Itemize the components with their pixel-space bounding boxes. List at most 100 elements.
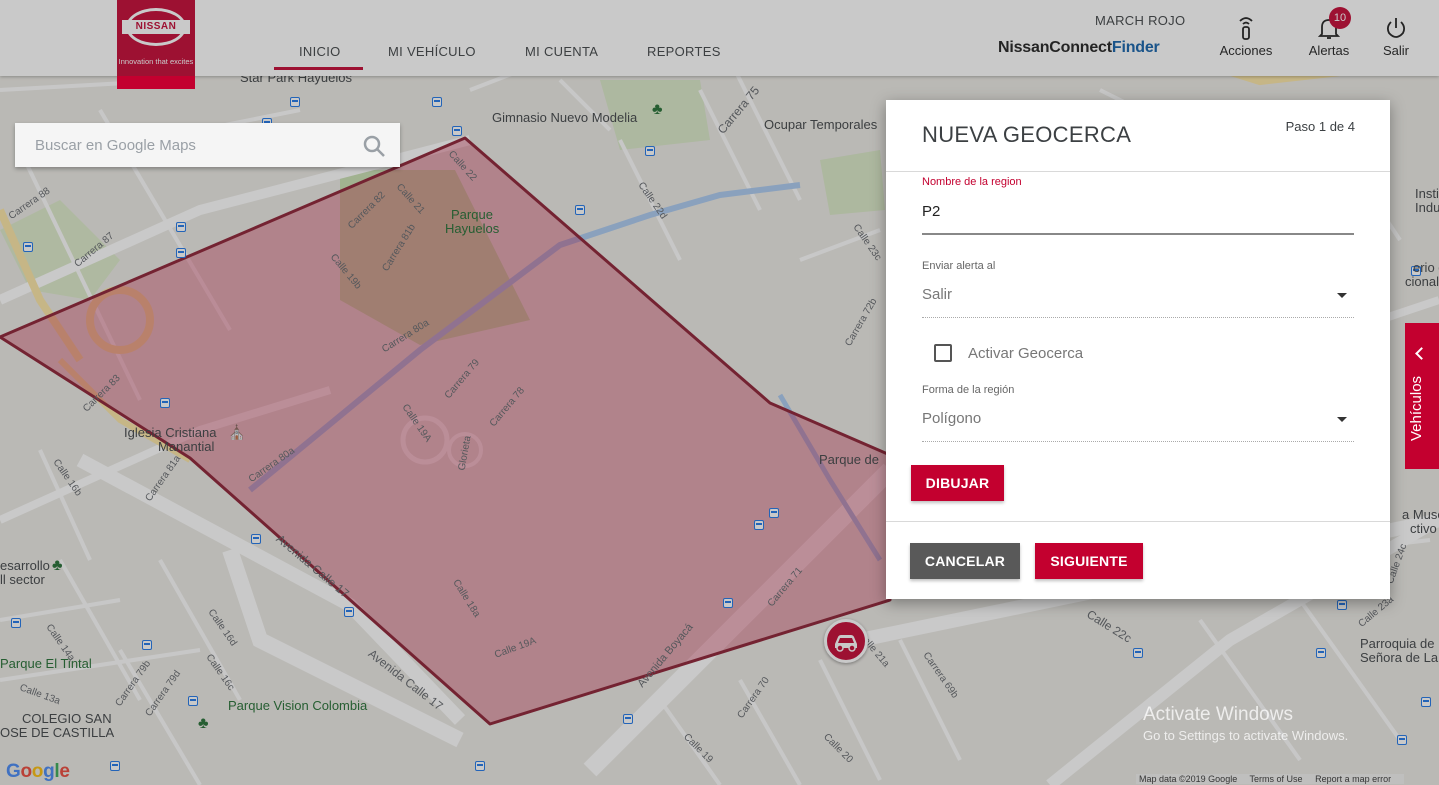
bus-stop-icon[interactable] <box>176 248 186 258</box>
bus-stop-icon[interactable] <box>1337 600 1347 610</box>
bus-stop-icon[interactable] <box>623 714 633 724</box>
poi-label[interactable]: Iglesia Cristiana <box>124 425 217 440</box>
poi-label[interactable]: COLEGIO SAN <box>22 711 112 726</box>
activate-geofence-checkbox[interactable] <box>934 344 952 362</box>
nav-mi-cuenta[interactable]: MI CUENTA <box>525 44 598 59</box>
poi-label[interactable]: OSE DE CASTILLA <box>0 725 114 740</box>
poi-label[interactable]: Gimnasio Nuevo Modelia <box>492 110 637 125</box>
bus-stop-icon[interactable] <box>645 146 655 156</box>
nissan-logo-ring: NISSAN <box>122 8 190 46</box>
nissanconnect-text: NissanConnect <box>998 39 1112 56</box>
power-icon <box>1386 18 1406 38</box>
bus-stop-icon[interactable] <box>188 696 198 706</box>
car-icon <box>835 635 857 652</box>
bus-stop-icon[interactable] <box>160 398 170 408</box>
poi-label[interactable]: Parroquia de <box>1360 636 1434 651</box>
alert-select[interactable]: Salir <box>922 286 952 303</box>
bus-stop-icon[interactable] <box>1397 735 1407 745</box>
terms-link[interactable]: Terms of Use <box>1250 774 1303 784</box>
alerts-label: Alertas <box>1308 43 1350 58</box>
divider <box>886 171 1390 172</box>
bus-stop-icon[interactable] <box>251 534 261 544</box>
remote-icon <box>1239 17 1253 40</box>
nav-mi-vehiculo[interactable]: MI VEHÍCULO <box>388 44 476 59</box>
poi-label[interactable]: cional <box>1405 274 1439 289</box>
poi-label[interactable]: Parque Vision Colombia <box>228 698 367 713</box>
nissan-logo[interactable]: NISSAN Innovation that excites <box>117 0 195 89</box>
map-search-input[interactable] <box>15 123 360 167</box>
nissanconnect-finder-logo: NissanConnectFinder <box>998 39 1160 57</box>
windows-watermark-title: Activate Windows <box>1143 704 1293 725</box>
shape-select[interactable]: Polígono <box>922 410 981 427</box>
poi-label[interactable]: Parque de <box>819 452 879 467</box>
poi-label[interactable]: esarrollo <box>0 558 50 573</box>
vehicle-marker[interactable] <box>824 619 868 663</box>
shape-label: Forma de la región <box>922 384 1015 396</box>
bus-stop-icon[interactable] <box>723 598 733 608</box>
windows-watermark-subtitle: Go to Settings to activate Windows. <box>1143 728 1349 743</box>
poi-label[interactable]: Hayuelos <box>445 221 499 236</box>
logout-label: Salir <box>1382 43 1409 58</box>
actions-button[interactable]: Acciones <box>1216 16 1276 58</box>
logout-button[interactable]: Salir <box>1378 16 1414 58</box>
vehicles-side-tab[interactable]: Vehículos <box>1405 323 1439 469</box>
region-name-input[interactable]: P2 <box>922 203 940 220</box>
finder-text: Finder <box>1111 39 1160 56</box>
bus-stop-icon[interactable] <box>23 242 33 252</box>
step-indicator: Paso 1 de 4 <box>1285 119 1355 134</box>
map-data-credit: Map data ©2019 Google <box>1139 774 1238 784</box>
chevron-down-icon[interactable] <box>1337 417 1347 422</box>
bus-stop-icon[interactable] <box>110 761 120 771</box>
poi-label[interactable]: Parque <box>451 207 493 222</box>
poi-label[interactable]: Ocupar Temporales <box>764 117 877 132</box>
divider <box>886 521 1390 522</box>
poi-label[interactable]: Manantial <box>158 439 214 454</box>
chevron-down-icon[interactable] <box>1337 293 1347 298</box>
alert-underline <box>922 317 1354 318</box>
google-logo: Google <box>6 761 70 782</box>
map-search-box[interactable] <box>15 123 400 167</box>
bus-stop-icon[interactable] <box>344 607 354 617</box>
user-name: MARCH ROJO <box>1095 13 1186 28</box>
activate-geofence-label[interactable]: Activar Geocerca <box>968 345 1083 362</box>
poi-label[interactable]: a Museo <box>1402 507 1439 522</box>
park-icon: ♣ <box>52 557 63 574</box>
poi-label[interactable]: ll sector <box>0 572 45 587</box>
nav-reportes[interactable]: REPORTES <box>647 44 721 59</box>
park-icon: ♣ <box>652 101 663 118</box>
bus-stop-icon[interactable] <box>575 205 585 215</box>
chevron-left-icon <box>1415 347 1428 360</box>
bus-stop-icon[interactable] <box>1421 697 1431 707</box>
nav-active-indicator <box>274 67 363 70</box>
alert-label: Enviar alerta al <box>922 260 996 272</box>
bus-stop-icon[interactable] <box>452 126 462 136</box>
poi-label[interactable]: Indu <box>1415 200 1439 215</box>
bus-stop-icon[interactable] <box>290 97 300 107</box>
bus-stop-icon[interactable] <box>769 508 779 518</box>
search-icon[interactable] <box>362 134 386 158</box>
poi-label[interactable]: Señora de La <box>1360 650 1438 665</box>
report-error-link[interactable]: Report a map error <box>1315 774 1391 784</box>
brand-name: NISSAN <box>122 20 190 34</box>
bus-stop-icon[interactable] <box>11 618 21 628</box>
bus-stop-icon[interactable] <box>432 97 442 107</box>
bus-stop-icon[interactable] <box>142 640 152 650</box>
poi-label[interactable]: ctivo <box>1410 521 1437 536</box>
bus-stop-icon[interactable] <box>754 520 764 530</box>
next-button[interactable]: SIGUIENTE <box>1035 543 1143 579</box>
cancel-button[interactable]: CANCELAR <box>910 543 1020 579</box>
alerts-count-badge: 10 <box>1329 7 1351 29</box>
park-icon: ♣ <box>198 715 209 732</box>
bus-stop-icon[interactable] <box>176 222 186 232</box>
brand-tagline: Innovation that excites <box>118 57 194 66</box>
poi-label[interactable]: erio de <box>1413 260 1439 275</box>
vehicles-tab-label: Vehículos <box>1408 375 1425 441</box>
bus-stop-icon[interactable] <box>475 761 485 771</box>
poi-label[interactable]: Insti <box>1415 186 1439 201</box>
church-icon: ⛪ <box>228 424 246 440</box>
bus-stop-icon[interactable] <box>1316 648 1326 658</box>
nav-inicio[interactable]: INICIO <box>299 44 341 59</box>
draw-button[interactable]: DIBUJAR <box>911 465 1004 501</box>
poi-label[interactable]: Parque El Tintal <box>0 656 92 671</box>
bus-stop-icon[interactable] <box>1133 648 1143 658</box>
